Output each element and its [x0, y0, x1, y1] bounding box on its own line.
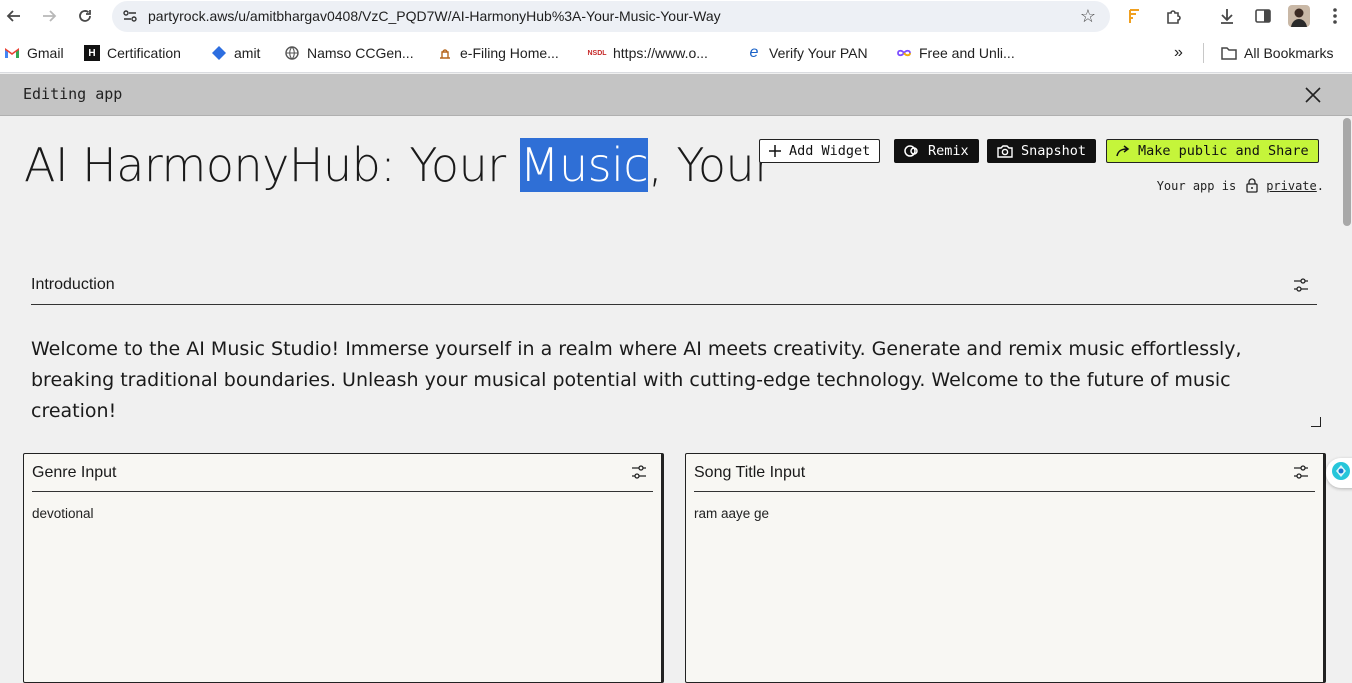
bookmark-amit[interactable]: amit	[211, 44, 260, 62]
bookmark-nsdl[interactable]: NSDL https://www.o...	[587, 44, 707, 62]
more-bookmarks-chevron-icon[interactable]: »	[1174, 44, 1183, 62]
bookmark-verify-pan[interactable]: e Verify Your PAN	[746, 44, 868, 62]
bookmark-certification[interactable]: H Certification	[84, 44, 181, 62]
address-bar[interactable]: partyrock.aws/u/amitbhargav0408/VzC_PQD7…	[112, 1, 1110, 32]
bookmark-star-icon[interactable]: ☆	[1080, 6, 1096, 27]
app-title[interactable]: AI HarmonyHub: Your Music, Your	[24, 138, 773, 192]
nsdl-icon: NSDL	[587, 49, 607, 57]
assistant-launcher-button[interactable]	[1326, 458, 1352, 488]
introduction-title: Introduction	[31, 276, 115, 293]
widget-settings-icon[interactable]	[631, 465, 649, 483]
resize-handle[interactable]	[1311, 417, 1321, 427]
back-arrow-icon[interactable]	[2, 4, 26, 28]
page-scrollbar[interactable]	[1342, 116, 1352, 675]
remix-icon	[904, 144, 920, 158]
editing-app-label: Editing app	[23, 85, 123, 103]
bookmarks-divider	[1203, 43, 1204, 63]
widget-header: Song Title Input	[694, 454, 1315, 492]
privacy-status: Your app is private.	[1156, 178, 1324, 193]
all-bookmarks-button[interactable]: All Bookmarks	[1221, 44, 1333, 62]
camera-icon	[997, 144, 1013, 158]
url-text[interactable]: partyrock.aws/u/amitbhargav0408/VzC_PQD7…	[148, 8, 721, 24]
share-arrow-icon	[1116, 145, 1130, 157]
extensions-puzzle-icon[interactable]	[1163, 5, 1185, 27]
hackerrank-icon: H	[84, 45, 100, 61]
song-title-input-widget: Song Title Input ram aaye ge	[685, 453, 1326, 683]
emblem-icon	[437, 45, 453, 61]
snapshot-button[interactable]: Snapshot	[987, 139, 1097, 163]
bookmarks-bar: Gmail H Certification amit Namso CCGen..…	[0, 33, 1352, 73]
genre-input-field[interactable]: devotional	[32, 506, 94, 521]
introduction-header: Introduction	[31, 270, 1317, 305]
genre-input-widget: Genre Input devotional	[23, 453, 664, 683]
selected-text: Music	[519, 138, 649, 192]
plus-icon	[769, 145, 781, 157]
add-widget-button[interactable]: Add Widget	[759, 139, 881, 163]
lock-icon	[1246, 178, 1258, 193]
make-public-share-button[interactable]: Make public and Share	[1106, 139, 1319, 163]
side-panel-icon[interactable]	[1252, 5, 1274, 27]
diamond-icon	[211, 45, 227, 61]
song-title-input-field[interactable]: ram aaye ge	[694, 506, 769, 521]
globe-icon	[284, 45, 300, 61]
reload-icon[interactable]	[73, 4, 97, 28]
flag-extension-icon[interactable]	[1125, 5, 1147, 27]
profile-avatar[interactable]	[1288, 5, 1310, 27]
browser-toolbar: partyrock.aws/u/amitbhargav0408/VzC_PQD7…	[0, 0, 1352, 33]
infinity-icon	[896, 45, 912, 61]
browser-menu-icon[interactable]	[1324, 5, 1346, 27]
introduction-text: Welcome to the AI Music Studio! Immerse …	[31, 338, 1242, 422]
widget-title: Genre Input	[32, 464, 117, 481]
folder-icon	[1221, 45, 1237, 61]
site-info-icon[interactable]	[122, 8, 138, 24]
widget-settings-icon[interactable]	[1293, 278, 1311, 296]
widget-settings-icon[interactable]	[1293, 465, 1311, 483]
bookmark-gmail[interactable]: Gmail	[4, 44, 64, 62]
widget-title: Song Title Input	[694, 464, 806, 481]
gmail-icon	[4, 45, 20, 61]
widget-header: Genre Input	[32, 454, 653, 492]
edge-e-icon: e	[749, 44, 759, 61]
scrollbar-thumb[interactable]	[1343, 118, 1351, 226]
download-icon[interactable]	[1216, 5, 1238, 27]
editing-app-bar: Editing app	[0, 74, 1352, 116]
close-icon[interactable]	[1302, 84, 1324, 106]
forward-arrow-icon[interactable]	[37, 4, 61, 28]
bookmark-free-unlimited[interactable]: Free and Unli...	[896, 44, 1015, 62]
bookmark-namso[interactable]: Namso CCGen...	[284, 44, 414, 62]
assistant-orb-icon	[1331, 461, 1351, 486]
remix-button[interactable]: Remix	[894, 139, 979, 163]
bookmark-efiling[interactable]: e-Filing Home...	[437, 44, 559, 62]
private-link[interactable]: private	[1266, 179, 1317, 193]
